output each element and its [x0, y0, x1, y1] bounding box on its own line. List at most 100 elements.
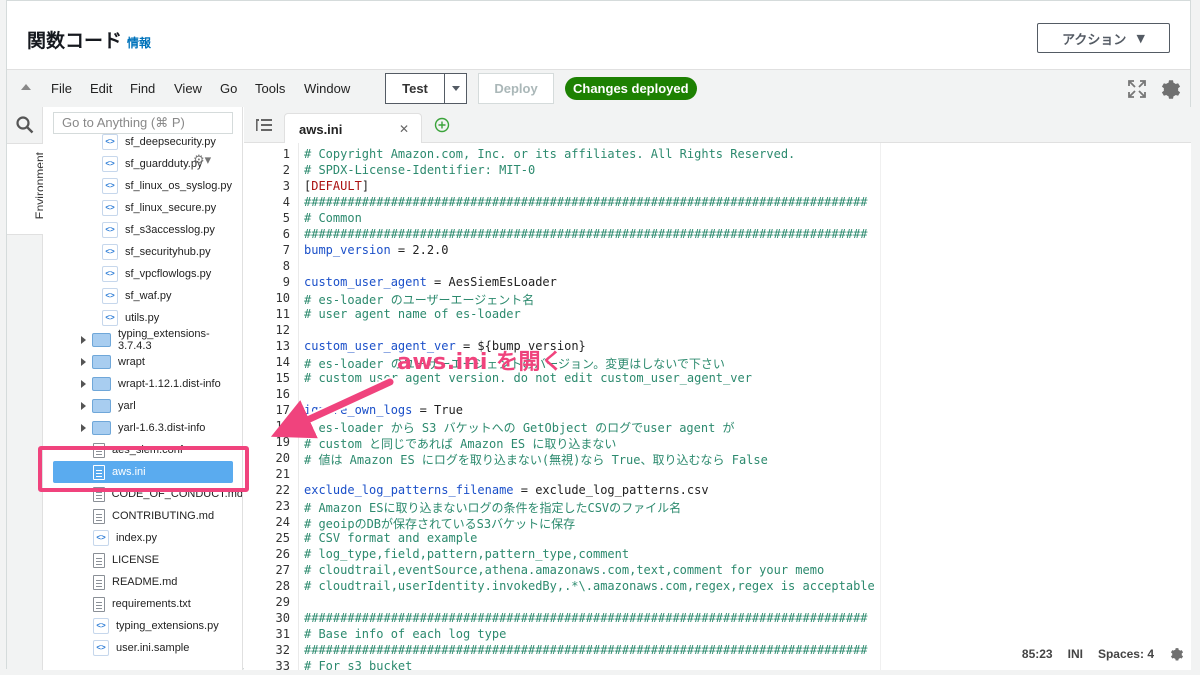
deploy-button[interactable]: Deploy: [478, 73, 554, 104]
fullscreen-icon[interactable]: [1128, 80, 1146, 98]
line-number: 20: [275, 451, 290, 465]
code-line: # es-loader のユーザーエージェント名: [304, 293, 535, 307]
expand-arrow-icon[interactable]: [81, 402, 86, 410]
gear-icon[interactable]: [1169, 646, 1185, 662]
line-number: 7: [282, 243, 290, 257]
code-line: # cloudtrail,eventSource,athena.amazonaw…: [304, 563, 825, 577]
tree-item[interactable]: <> index.py: [43, 527, 242, 549]
tree-item-label: sf_s3accesslog.py: [125, 224, 215, 236]
menu-tools[interactable]: Tools: [255, 81, 285, 96]
collapse-up-icon[interactable]: [21, 84, 31, 90]
code-text-area[interactable]: # Copyright Amazon.com, Inc. or its affi…: [298, 143, 881, 670]
tree-item[interactable]: <> sf_waf.py: [43, 285, 242, 307]
tab-list-icon[interactable]: [256, 119, 272, 131]
python-file-icon: <>: [93, 640, 109, 656]
tree-item[interactable]: requirements.txt: [43, 593, 242, 615]
code-line: bump_version = 2.2.0: [304, 243, 449, 257]
indent-setting[interactable]: Spaces: 4: [1098, 647, 1154, 661]
menu-edit[interactable]: Edit: [90, 81, 112, 96]
tree-item[interactable]: <> sf_linux_os_syslog.py: [43, 175, 242, 197]
python-file-icon: <>: [102, 266, 118, 282]
search-icon[interactable]: [16, 116, 34, 134]
python-file-icon: <>: [102, 288, 118, 304]
code-line: # geoipのDBが保存されているS3バケットに保存: [304, 517, 576, 531]
tree-item[interactable]: README.md: [43, 571, 242, 593]
line-number: 23: [275, 499, 290, 513]
python-file-icon: <>: [93, 530, 109, 546]
menu-go[interactable]: Go: [220, 81, 237, 96]
line-number: 33: [275, 659, 290, 673]
file-icon: [93, 596, 105, 612]
line-number: 8: [282, 259, 290, 273]
status-badge: Changes deployed: [565, 77, 697, 100]
expand-arrow-icon[interactable]: [81, 358, 86, 366]
gear-icon[interactable]: [1159, 77, 1183, 101]
tree-item[interactable]: <> sf_deepsecurity.py: [43, 131, 242, 153]
expand-arrow-icon[interactable]: [81, 380, 86, 388]
code-line: # Common: [304, 211, 362, 225]
expand-arrow-icon[interactable]: [81, 424, 86, 432]
test-button[interactable]: Test: [386, 74, 445, 103]
tab-aws-ini[interactable]: aws.ini ✕: [284, 113, 422, 144]
folder-icon: [92, 377, 111, 391]
code-line: # log_type,field,pattern,pattern_type,co…: [304, 547, 630, 561]
tree-item[interactable]: wrapt: [43, 351, 242, 373]
tree-item-label: wrapt: [118, 356, 145, 368]
tree-item[interactable]: LICENSE: [43, 549, 242, 571]
code-line: [DEFAULT]: [304, 179, 370, 193]
language-mode[interactable]: INI: [1068, 647, 1083, 661]
tree-item-label: sf_deepsecurity.py: [125, 136, 216, 148]
menu-find[interactable]: Find: [130, 81, 155, 96]
line-number: 28: [275, 579, 290, 593]
python-file-icon: <>: [102, 244, 118, 260]
tab-environment[interactable]: Environment: [7, 143, 47, 235]
tree-item[interactable]: <> user.ini.sample: [43, 637, 242, 659]
line-number: 13: [275, 339, 290, 353]
tree-item[interactable]: <> sf_linux_secure.py: [43, 197, 242, 219]
highlight-box: [38, 446, 249, 492]
line-number: 17: [275, 403, 290, 417]
line-number: 21: [275, 467, 290, 481]
tree-item[interactable]: wrapt-1.12.1.dist-info: [43, 373, 242, 395]
folder-icon: [92, 421, 111, 435]
tree-item[interactable]: CONTRIBUTING.md: [43, 505, 242, 527]
info-link[interactable]: 情報: [127, 34, 151, 51]
tree-item[interactable]: <> typing_extensions.py: [43, 615, 242, 637]
menu-file[interactable]: File: [51, 81, 72, 96]
tree-item[interactable]: typing_extensions-3.7.4.3: [43, 328, 242, 352]
line-number: 9: [282, 275, 290, 289]
lambda-function-code-panel: 関数コード 情報 アクション ▼ File Edit Find View Go …: [6, 0, 1191, 673]
code-line: # cloudtrail,userIdentity.invokedBy,.*\.…: [304, 579, 875, 593]
add-tab-icon[interactable]: [434, 117, 450, 133]
code-line: # Amazon ESに取り込まないログの条件を指定したCSVのファイル名: [304, 501, 682, 515]
tree-item[interactable]: <> sf_securityhub.py: [43, 241, 242, 263]
tree-item[interactable]: yarl: [43, 395, 242, 417]
folder-icon: [92, 355, 111, 369]
tree-item[interactable]: <> sf_vpcflowlogs.py: [43, 263, 242, 285]
line-number: 4: [282, 195, 290, 209]
expand-arrow-icon[interactable]: [81, 336, 86, 344]
test-dropdown-button[interactable]: [445, 74, 466, 103]
tree-item[interactable]: <> sf_guardduty.py: [43, 153, 242, 175]
tree-item[interactable]: <> utils.py: [43, 307, 242, 329]
file-icon: [93, 574, 105, 590]
line-number: 14: [275, 355, 290, 369]
gear-icon[interactable]: ⚙▾: [193, 152, 213, 167]
tree-item-label: typing_extensions-3.7.4.3: [117, 328, 210, 352]
python-file-icon: <>: [93, 618, 109, 634]
cursor-position[interactable]: 85:23: [1022, 647, 1053, 661]
menu-view[interactable]: View: [174, 81, 202, 96]
tree-item-label: sf_securityhub.py: [125, 246, 211, 258]
caret-down-icon: ▼: [1136, 31, 1145, 45]
line-number: 16: [275, 387, 290, 401]
actions-button[interactable]: アクション ▼: [1037, 23, 1170, 53]
line-number: 30: [275, 611, 290, 625]
tree-item[interactable]: <> sf_s3accesslog.py: [43, 219, 242, 241]
tree-item[interactable]: yarl-1.6.3.dist-info: [43, 417, 242, 439]
tree-item-label: sf_linux_os_syslog.py: [125, 180, 233, 192]
tree-item-label: LICENSE: [112, 554, 160, 566]
close-icon[interactable]: ✕: [399, 122, 409, 136]
file-tree: Go to Anything (⌘ P) <> sf_deepsecurity.p…: [43, 107, 243, 670]
code-line: ########################################…: [304, 643, 868, 657]
menu-window[interactable]: Window: [304, 81, 350, 96]
